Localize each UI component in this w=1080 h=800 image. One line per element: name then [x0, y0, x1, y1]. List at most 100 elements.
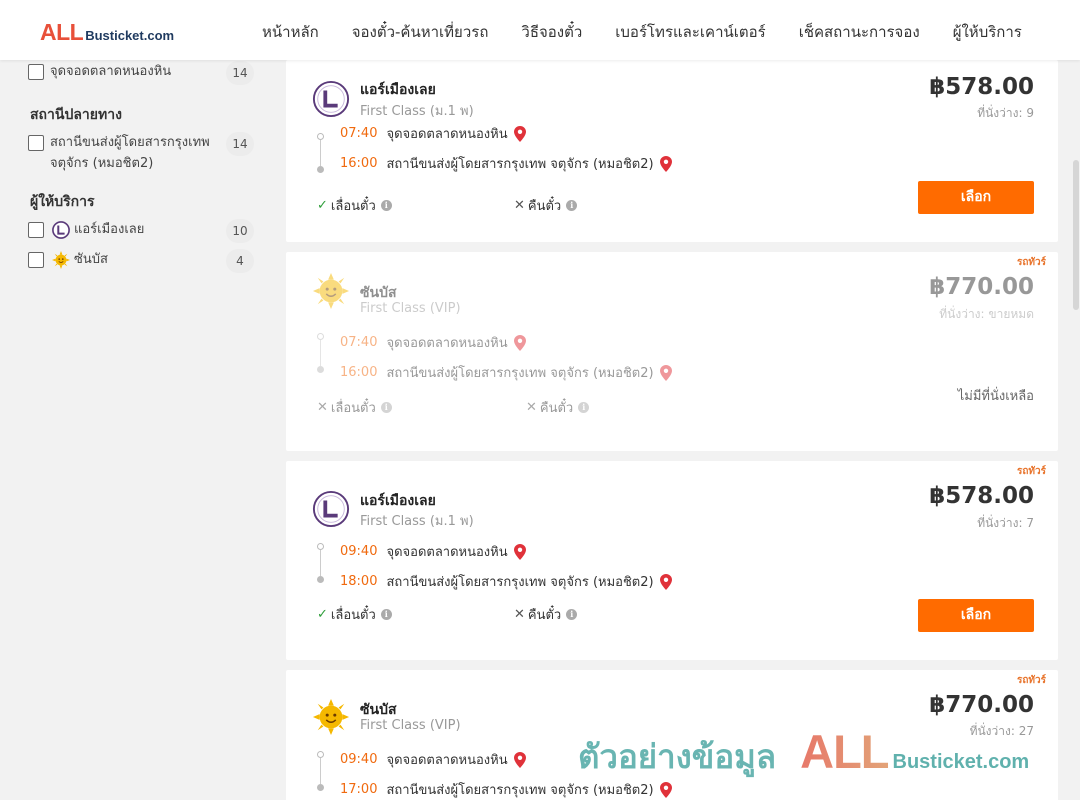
trip-card: รถทัวร์ แอร์เมืองเลย First Class (ม.1 พ)… [286, 461, 1058, 660]
info-icon[interactable]: i [566, 200, 578, 211]
departure-location: จุดจอดตลาดหนองหิน [386, 753, 508, 768]
refund-policy: ✕ คืนตั๋ว i [526, 397, 590, 418]
map-pin-icon[interactable] [659, 573, 672, 590]
filter-destination-item[interactable]: สถานีขนส่งผู้โดยสารกรุงเทพ จตุจักร (หมอช… [28, 132, 256, 174]
departure-stop: 07:40 จุดจอดตลาดหนองหิน [340, 123, 526, 144]
filter-label: จุดจอดตลาดหนองหิน [50, 64, 172, 79]
arrival-location: สถานีขนส่งผู้โดยสารกรุงเทพ จตุจักร (หมอช… [386, 366, 654, 381]
bus-type-tag: รถทัวร์ [1016, 466, 1046, 477]
filter-operator-item[interactable]: ซันบัส 4 [28, 249, 256, 273]
operator-name: แอร์เมืองเลย [360, 493, 436, 509]
filter-label: ซันบัส [74, 252, 108, 267]
air-muang-loei-logo-icon [52, 221, 70, 239]
info-icon[interactable]: i [380, 200, 392, 211]
sun-icon [312, 272, 350, 310]
cross-icon: ✕ [317, 400, 328, 415]
route-timeline [317, 751, 324, 793]
arrival-time: 16:00 [340, 365, 378, 380]
trip-card-body: ซันบัส First Class (VIP) ฿770.00 ที่นั่ง… [286, 252, 1058, 451]
origin-checkbox[interactable] [28, 64, 44, 80]
ticket-price: ฿770.00 [929, 274, 1034, 300]
select-trip-button[interactable]: เลือก [918, 181, 1034, 214]
nav-book-search[interactable]: จองตั๋ว-ค้นหาเที่ยวรถ [352, 20, 489, 44]
arrival-time: 16:00 [340, 156, 378, 171]
arrival-stop: 18:00 สถานีขนส่งผู้โดยสารกรุงเทพ จตุจักร… [340, 571, 672, 592]
cross-icon: ✕ [514, 607, 525, 622]
filter-count: 14 [226, 132, 254, 156]
filter-label: สถานีขนส่งผู้โดยสารกรุงเทพ จตุจักร (หมอช… [50, 135, 210, 171]
refund-label: คืนตั๋ว [539, 401, 574, 416]
info-icon[interactable]: i [566, 609, 578, 620]
ticket-price: ฿578.00 [929, 74, 1034, 100]
reschedule-policy[interactable]: ✓ เลื่อนตั๋ว i [317, 604, 392, 625]
info-icon[interactable]: i [380, 609, 392, 620]
nav-home[interactable]: หน้าหลัก [262, 20, 319, 44]
cross-icon: ✕ [526, 400, 537, 415]
main-nav: หน้าหลัก จองตั๋ว-ค้นหาเที่ยวรถ วิธีจองตั… [262, 20, 1055, 44]
departure-time: 07:40 [340, 335, 378, 350]
refund-label: คืนตั๋ว [527, 199, 562, 214]
refund-policy[interactable]: ✕ คืนตั๋ว i [514, 195, 578, 216]
site-logo[interactable]: ALL Busticket.com [40, 19, 174, 46]
ticket-price: ฿578.00 [929, 483, 1034, 509]
select-trip-button[interactable]: เลือก [918, 599, 1034, 632]
nav-phone-counters[interactable]: เบอร์โทรและเคาน์เตอร์ [615, 20, 765, 44]
map-pin-icon [513, 334, 526, 351]
filter-label: แอร์เมืองเลย [74, 222, 145, 237]
map-pin-icon [659, 364, 672, 381]
operator-heading: ผู้ให้บริการ [30, 194, 95, 210]
arrival-location: สถานีขนส่งผู้โดยสารกรุงเทพ จตุจักร (หมอช… [386, 575, 654, 590]
map-pin-icon[interactable] [659, 155, 672, 172]
departure-location: จุดจอดตลาดหนองหิน [386, 545, 508, 560]
reschedule-label: เลื่อนตั๋ว [330, 401, 376, 416]
bus-class: First Class (VIP) [360, 718, 461, 733]
route-timeline [317, 333, 324, 375]
map-pin-icon[interactable] [513, 751, 526, 768]
seats-available: ที่นั่งว่าง: 9 [977, 106, 1034, 120]
trip-card: แอร์เมืองเลย First Class (ม.1 พ) ฿578.00… [286, 60, 1058, 242]
arrival-time: 18:00 [340, 574, 378, 589]
sun-icon [52, 251, 70, 269]
seats-available: ที่นั่งว่าง: 7 [977, 516, 1034, 530]
trip-card: รถทัวร์ ซันบัส First Class (VIP) ฿770.00… [286, 252, 1058, 451]
top-header: ALL Busticket.com หน้าหลัก จองตั๋ว-ค้นหา… [0, 0, 1080, 60]
nav-how-to-book[interactable]: วิธีจองตั๋ว [521, 20, 582, 44]
nav-check-booking[interactable]: เช็คสถานะการจอง [799, 20, 920, 44]
reschedule-policy: ✕ เลื่อนตั๋ว i [317, 397, 392, 418]
bus-class: First Class (ม.1 พ) [360, 104, 474, 119]
map-pin-icon[interactable] [513, 125, 526, 142]
watermark-thai-text: ตัวอย่างข้อมูล [578, 737, 777, 776]
departure-time: 09:40 [340, 544, 378, 559]
filter-origin-item[interactable]: จุดจอดตลาดหนองหิน 14 [28, 61, 256, 85]
refund-policy[interactable]: ✕ คืนตั๋ว i [514, 604, 578, 625]
watermark-busticket: Busticket.com [892, 751, 1030, 773]
info-icon: i [578, 402, 590, 413]
arrival-location: สถานีขนส่งผู้โดยสารกรุงเทพ จตุจักร (หมอช… [386, 157, 654, 172]
destination-checkbox[interactable] [28, 135, 44, 151]
operator-checkbox[interactable] [28, 252, 44, 268]
reschedule-policy[interactable]: ✓ เลื่อนตั๋ว i [317, 195, 392, 216]
logo-all: ALL [40, 19, 84, 45]
nav-operators[interactable]: ผู้ให้บริการ [953, 20, 1022, 44]
map-pin-icon[interactable] [659, 781, 672, 798]
seats-available: ที่นั่งว่าง: ขายหมด [939, 307, 1034, 321]
scrollbar-thumb[interactable] [1073, 160, 1079, 310]
departure-stop: 09:40 จุดจอดตลาดหนองหิน [340, 541, 526, 562]
sample-data-watermark: ตัวอย่างข้อมูล ALL Busticket.com [578, 724, 1029, 783]
air-muang-loei-logo-icon [312, 80, 350, 118]
bus-type-tag: รถทัวร์ [1016, 675, 1046, 686]
departure-stop: 07:40 จุดจอดตลาดหนองหิน [340, 332, 526, 353]
departure-location: จุดจอดตลาดหนองหิน [386, 127, 508, 142]
sold-out-text: ไม่มีที่นั่งเหลือ [957, 389, 1034, 404]
ticket-price: ฿770.00 [929, 692, 1034, 718]
map-pin-icon[interactable] [513, 543, 526, 560]
filter-operator-item[interactable]: แอร์เมืองเลย 10 [28, 219, 256, 243]
destination-heading: สถานีปลายทาง [30, 107, 122, 123]
departure-time: 09:40 [340, 752, 378, 767]
departure-time: 07:40 [340, 126, 378, 141]
bus-class: First Class (VIP) [360, 301, 461, 316]
departure-location: จุดจอดตลาดหนองหิน [386, 336, 508, 351]
operator-checkbox[interactable] [28, 222, 44, 238]
route-timeline [317, 133, 324, 175]
check-icon: ✓ [317, 607, 328, 622]
